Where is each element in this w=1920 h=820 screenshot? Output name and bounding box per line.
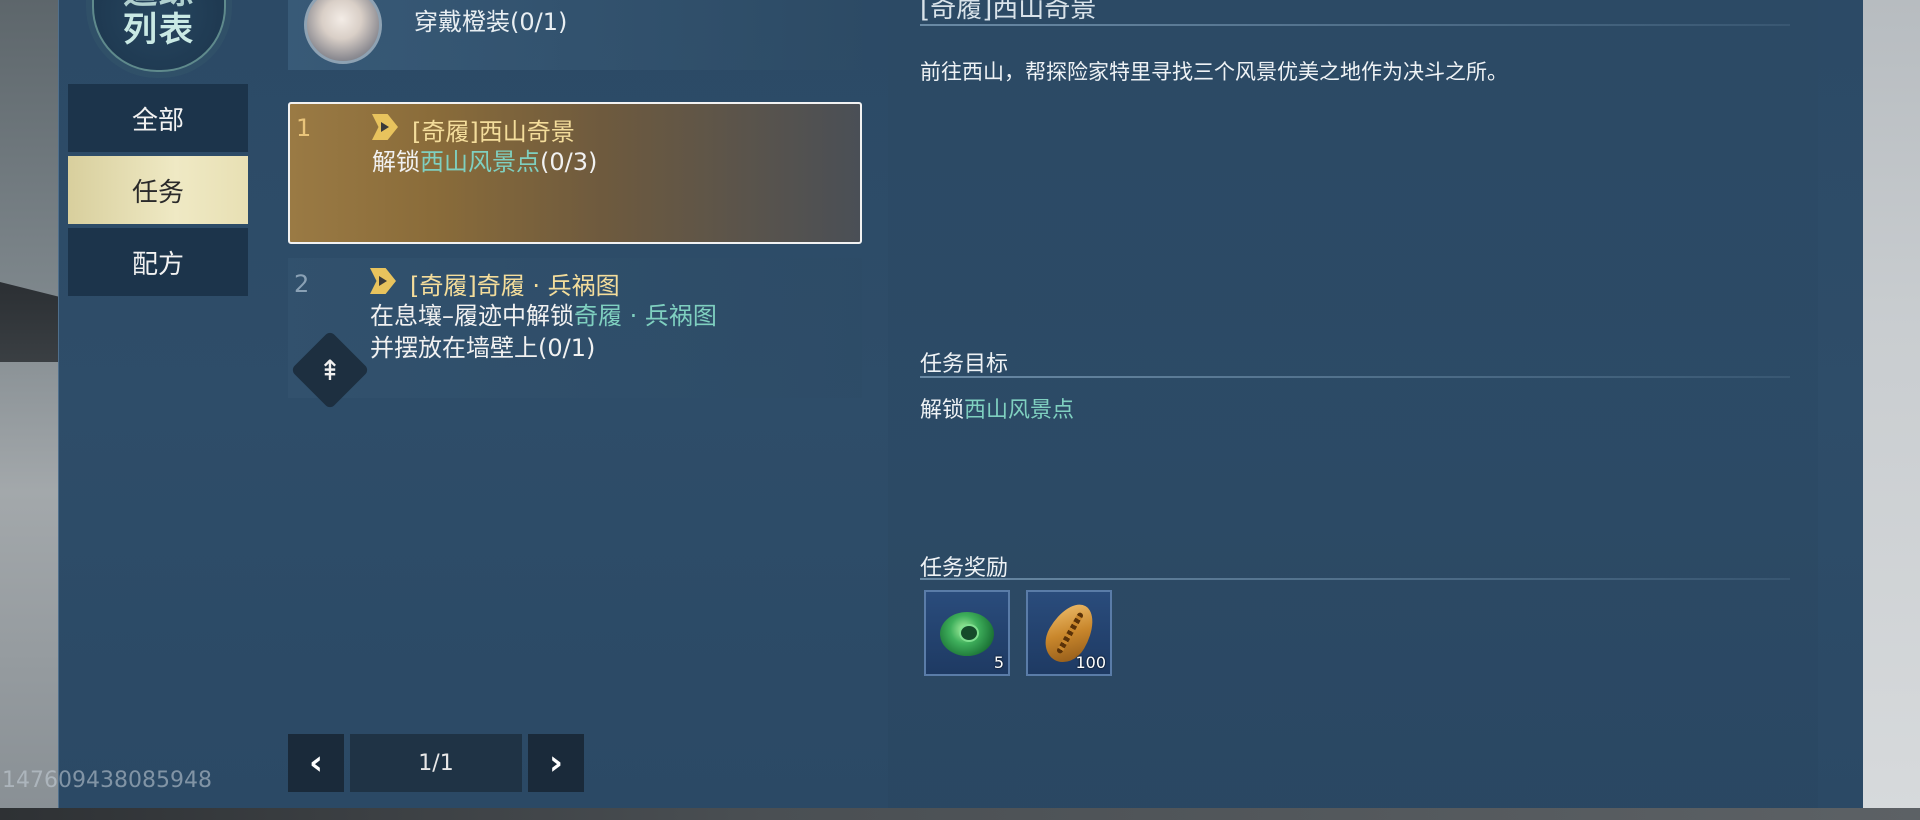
detail-description: 前往西山，帮探险家特里寻找三个风景优美之地作为决斗之所。 — [920, 60, 1508, 84]
quest-detail-panel: [奇履]西山奇景 前往西山，帮探险家特里寻找三个风景优美之地作为决斗之所。 任务… — [888, 0, 1818, 808]
jade-icon — [940, 612, 994, 656]
watermark-id: 147609438085948 — [2, 768, 212, 793]
quest-list-column: 穿戴橙装(0/1) 1 [奇履]西山奇景 解锁西山风景点(0/3) 2 [奇履]… — [278, 0, 868, 808]
title-divider — [920, 24, 1790, 26]
quest-title: [奇履]西山奇景 — [412, 118, 575, 146]
goal-text: 解锁西山风景点 — [920, 392, 1074, 424]
sidebar-item-all[interactable]: 全部 — [68, 84, 248, 152]
reward-count: 5 — [993, 653, 1004, 672]
quest-desc-prefix: 在息壤–履迹中解锁 — [370, 302, 574, 330]
goal-highlight: 西山风景点 — [964, 398, 1075, 423]
background-right — [1862, 0, 1920, 820]
chevron-right-icon: › — [548, 743, 563, 783]
next-page-button[interactable]: › — [528, 734, 584, 792]
sidebar-item-recipes[interactable]: 配方 — [68, 228, 248, 296]
quest-desc-line2: 并摆放在墙壁上(0/1) — [370, 334, 596, 362]
avatar — [304, 0, 382, 64]
avatar-task-label: 穿戴橙装(0/1) — [414, 8, 568, 36]
avatar-task-row[interactable]: 穿戴橙装(0/1) — [288, 0, 862, 70]
quest-type-icon — [370, 268, 396, 294]
goal-prefix: 解锁 — [920, 398, 965, 423]
quest-number: 1 — [296, 114, 312, 142]
background-bottom — [0, 808, 1920, 820]
chevron-left-icon: ‹ — [308, 743, 323, 783]
quest-desc-suffix: (0/3) — [540, 148, 598, 176]
sidebar-item-label: 配方 — [131, 249, 184, 280]
quest-description: 在息壤–履迹中解锁奇履 · 兵祸图 并摆放在墙壁上(0/1) — [370, 300, 717, 364]
quest-desc-highlight: 奇履 · 兵祸图 — [574, 302, 717, 330]
pin-to-top-icon: ⇞ — [318, 353, 342, 387]
goal-divider — [920, 376, 1790, 378]
quest-description: 解锁西山风景点(0/3) — [372, 146, 597, 178]
sidebar-item-label: 任务 — [131, 177, 184, 208]
page-indicator: 1/1 — [350, 734, 522, 792]
reward-count: 100 — [1075, 653, 1106, 672]
reward-divider — [920, 578, 1790, 580]
sidebar-item-tasks[interactable]: 任务 — [68, 156, 248, 224]
category-sidebar: 全部 任务 配方 — [68, 84, 248, 300]
quest-item[interactable]: 2 [奇履]奇履 · 兵祸图 在息壤–履迹中解锁奇履 · 兵祸图 并摆放在墙壁上… — [288, 258, 862, 410]
quest-desc-prefix: 解锁 — [372, 148, 420, 176]
quest-title: [奇履]奇履 · 兵祸图 — [410, 272, 620, 300]
quest-desc-highlight: 西山风景点 — [420, 148, 540, 176]
emblem-title-bottom: 列表 — [123, 10, 195, 50]
quest-type-icon — [372, 114, 398, 140]
detail-title: [奇履]西山奇景 — [920, 0, 1097, 24]
quest-item[interactable]: 1 [奇履]西山奇景 解锁西山风景点(0/3) — [288, 102, 862, 244]
reward-slot[interactable]: 5 — [924, 590, 1010, 676]
previous-page-button[interactable]: ‹ — [288, 734, 344, 792]
goal-section-label: 任务目标 — [920, 352, 1009, 377]
quest-number: 2 — [294, 270, 310, 298]
sidebar-item-label: 全部 — [131, 105, 184, 136]
reward-slot[interactable]: 100 — [1026, 590, 1112, 676]
